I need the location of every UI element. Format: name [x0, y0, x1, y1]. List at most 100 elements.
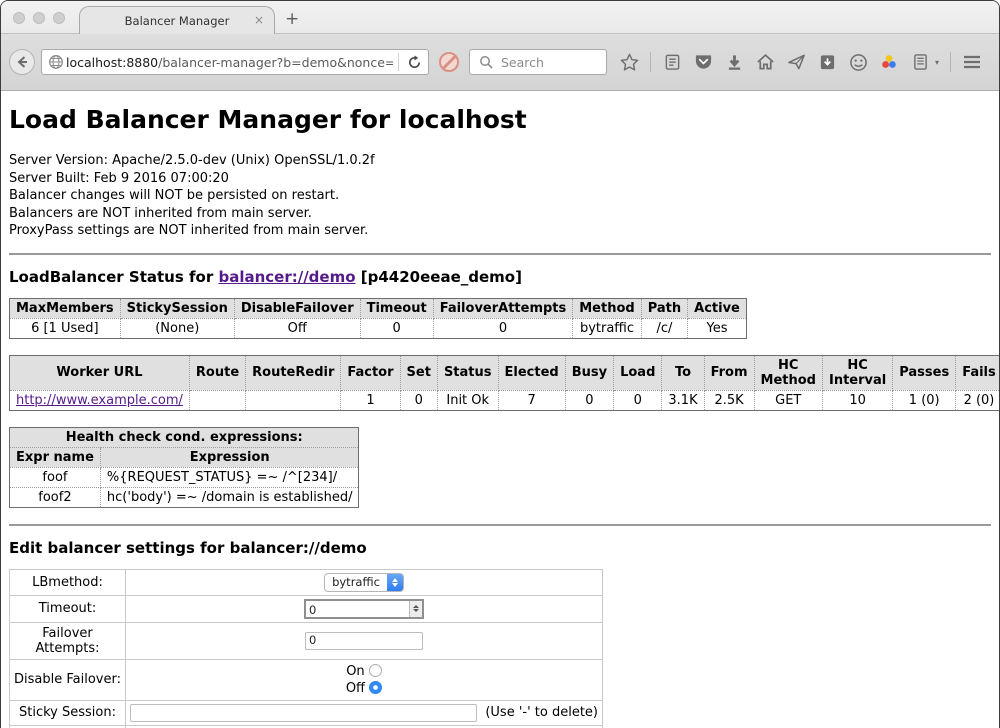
- col-header: Timeout: [360, 298, 433, 318]
- col-header: FailoverAttempts: [433, 298, 573, 318]
- sidebar-panel-icon[interactable]: [910, 52, 930, 72]
- timeout-input[interactable]: 0: [304, 599, 424, 619]
- feedback-smiley-icon[interactable]: [848, 52, 868, 72]
- radio-on-label: On: [346, 664, 364, 679]
- heading-text: LoadBalancer Status for: [9, 268, 218, 286]
- heading-text: [p4420eeae_demo]: [356, 268, 522, 286]
- browser-tab[interactable]: Balancer Manager ×: [79, 6, 275, 34]
- zoom-window-button[interactable]: [53, 12, 65, 24]
- home-icon[interactable]: [755, 52, 775, 72]
- cell-maxmembers: 6 [1 Used]: [10, 318, 121, 338]
- sticky-session-label: Sticky Session:: [10, 700, 126, 725]
- cell-fails: 2 (0): [956, 390, 999, 410]
- send-tab-icon[interactable]: [786, 52, 806, 72]
- form-row-disable-failover: Disable Failover: On Off: [10, 659, 603, 700]
- sticky-session-input[interactable]: [130, 704, 477, 722]
- sticky-session-hint: (Use '-' to delete): [485, 705, 598, 720]
- form-row-timeout: Timeout: 0: [10, 595, 603, 622]
- reading-list-icon[interactable]: [662, 52, 682, 72]
- cell-stickysession: (None): [120, 318, 234, 338]
- balancer-demo-link[interactable]: balancer://demo: [218, 268, 355, 286]
- globe-icon: [46, 52, 66, 72]
- edit-balancer-form: LBmethod: bytraffic Timeout: 0: [9, 569, 603, 728]
- tab-close-icon[interactable]: ×: [254, 13, 264, 27]
- col-header: Passes: [893, 355, 956, 390]
- col-header: From: [704, 355, 754, 390]
- page-content: Load Balancer Manager for localhost Serv…: [1, 91, 999, 728]
- pocket-icon[interactable]: [693, 52, 713, 72]
- minimize-window-button[interactable]: [33, 12, 45, 24]
- url-text: localhost:8880/balancer-manager?b=demo&n…: [66, 55, 393, 70]
- col-header: Active: [688, 298, 747, 318]
- url-host: localhost:8880: [66, 55, 158, 70]
- search-bar[interactable]: Search: [469, 49, 607, 75]
- lbmethod-label: LBmethod:: [10, 569, 126, 595]
- radio-on[interactable]: [369, 664, 382, 677]
- number-spinner-icon[interactable]: [409, 601, 422, 617]
- close-window-button[interactable]: [13, 12, 25, 24]
- cell-active: Yes: [688, 318, 747, 338]
- cell-busy: 0: [565, 390, 613, 410]
- radio-off[interactable]: [369, 681, 382, 694]
- cell-factor: 1: [341, 390, 400, 410]
- table-header-row: MaxMembers StickySession DisableFailover…: [10, 298, 747, 318]
- info-line: Balancers are NOT inherited from main se…: [9, 205, 991, 223]
- radio-off-label: Off: [346, 681, 365, 696]
- info-line: Balancer changes will NOT be persisted o…: [9, 187, 991, 205]
- col-header: Expression: [100, 447, 359, 467]
- server-info: Server Version: Apache/2.5.0-dev (Unix) …: [9, 152, 991, 240]
- tab-title: Balancer Manager: [125, 14, 230, 28]
- toolbar-divider: [950, 52, 951, 72]
- chevron-down-icon[interactable]: ▾: [935, 58, 939, 67]
- bookmark-star-icon[interactable]: [619, 52, 639, 72]
- failover-attempts-input[interactable]: 0: [305, 632, 423, 650]
- reload-icon[interactable]: [404, 52, 424, 72]
- back-button[interactable]: [9, 49, 35, 75]
- search-placeholder: Search: [501, 55, 544, 70]
- toolbar-icons: ▾: [619, 52, 1000, 72]
- worker-url-link[interactable]: http://www.example.com/: [16, 393, 183, 408]
- health-check-table: Health check cond. expressions: Expr nam…: [9, 427, 359, 508]
- server-built: Server Built: Feb 9 2016 07:00:20: [9, 170, 991, 188]
- form-row-sticky-session: Sticky Session: (Use '-' to delete): [10, 700, 603, 725]
- cell-expression: hc('body') =~ /domain is established/: [100, 487, 359, 507]
- table-header-row: Expr name Expression: [10, 447, 359, 467]
- col-header: Route: [189, 355, 245, 390]
- cell-route: [189, 390, 245, 410]
- col-header: Busy: [565, 355, 613, 390]
- cell-elected: 7: [498, 390, 565, 410]
- col-header: Worker URL: [10, 355, 190, 390]
- cell-disablefailover: Off: [234, 318, 360, 338]
- col-header: MaxMembers: [10, 298, 121, 318]
- toolbar-divider: [650, 52, 651, 72]
- cell-worker-url: http://www.example.com/: [10, 390, 190, 410]
- lbmethod-selected-value: bytraffic: [325, 575, 387, 589]
- url-bar[interactable]: localhost:8880/balancer-manager?b=demo&n…: [41, 49, 429, 75]
- extension-colordots-icon[interactable]: [879, 52, 899, 72]
- col-header: DisableFailover: [234, 298, 360, 318]
- cell-expr-name: foof: [10, 467, 101, 487]
- save-to-device-icon[interactable]: [817, 52, 837, 72]
- info-line: ProxyPass settings are NOT inherited fro…: [9, 222, 991, 240]
- cell-hc-interval: 10: [822, 390, 892, 410]
- back-arrow-icon: [15, 55, 29, 69]
- new-tab-button[interactable]: +: [285, 9, 299, 29]
- page-title: Load Balancer Manager for localhost: [9, 105, 991, 134]
- cell-from: 2.5K: [704, 390, 754, 410]
- select-stepper-icon: [387, 573, 403, 592]
- menu-hamburger-icon[interactable]: [962, 52, 982, 72]
- worker-row: http://www.example.com/ 1 0 Init Ok 7 0 …: [10, 390, 1000, 410]
- browser-window: Balancer Manager × + localhost:8880/bala…: [0, 0, 1000, 728]
- expr-row: foof %{REQUEST_STATUS} =~ /^[234]/: [10, 467, 359, 487]
- worker-table: Worker URL Route RouteRedir Factor Set S…: [9, 355, 999, 411]
- col-header: HC Interval: [822, 355, 892, 390]
- cell-expr-name: foof2: [10, 487, 101, 507]
- lbmethod-select[interactable]: bytraffic: [324, 573, 404, 592]
- cell-routeredir: [246, 390, 341, 410]
- url-path: /balancer-manager?b=demo&nonce=decc37be-…: [158, 55, 393, 70]
- plugin-blocked-icon[interactable]: [439, 52, 459, 72]
- cell-load: 0: [614, 390, 662, 410]
- downloads-icon[interactable]: [724, 52, 744, 72]
- failover-attempts-label: Failover Attempts:: [10, 622, 126, 659]
- col-header: Expr name: [10, 447, 101, 467]
